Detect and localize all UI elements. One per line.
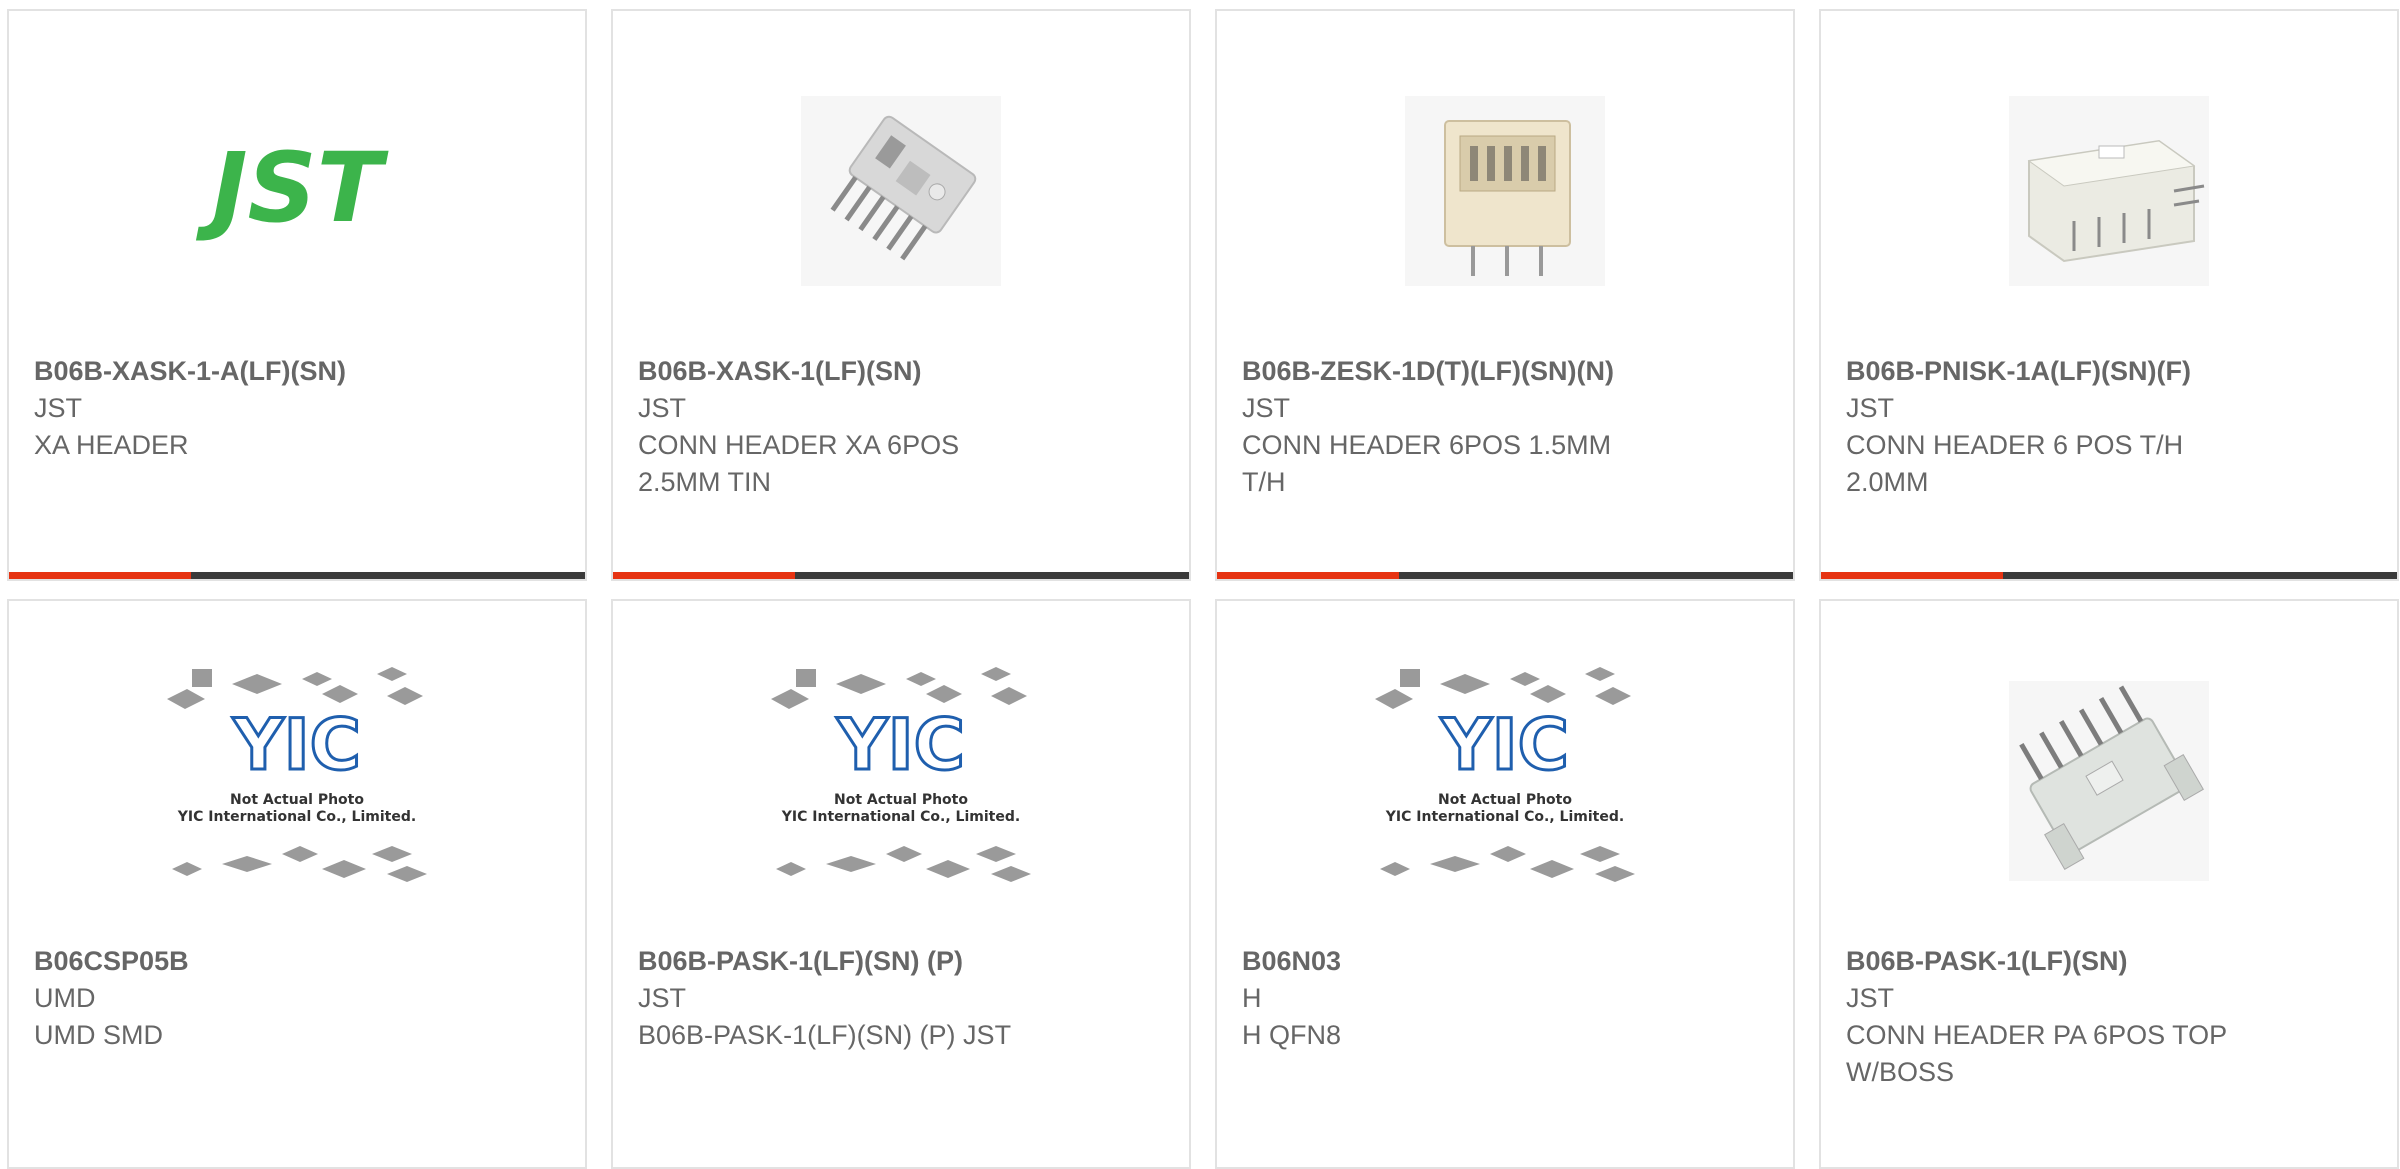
product-card[interactable]: YIC Not Actual Photo YIC International C… (1215, 599, 1795, 1169)
svg-text:YIC International Co., Limited: YIC International Co., Limited. (781, 809, 1020, 825)
jst-logo: JST (196, 136, 389, 244)
manufacturer: JST (1242, 393, 1291, 423)
svg-text:YIC: YIC (836, 704, 965, 786)
card-accent-bar (613, 572, 1189, 579)
part-number-link[interactable]: B06N03 (1242, 943, 1773, 980)
svg-text:YIC International Co., Limited: YIC International Co., Limited. (1385, 809, 1624, 825)
description: CONN HEADER PA 6POS TOP (1846, 1020, 2228, 1050)
manufacturer: H (1242, 983, 1262, 1013)
yic-placeholder-image: YIC Not Actual Photo YIC International C… (771, 666, 1031, 882)
description: XA HEADER (34, 430, 189, 460)
description-line2: W/BOSS (1846, 1057, 1955, 1087)
product-card[interactable]: B06B-PNISK-1A(LF)(SN)(F) JST CONN HEADER… (1819, 9, 2399, 581)
description: H QFN8 (1242, 1020, 1342, 1050)
svg-text:JST: JST (196, 136, 389, 244)
product-image[interactable] (1821, 81, 2397, 301)
product-card[interactable]: B06B-PASK-1(LF)(SN) JST CONN HEADER PA 6… (1819, 599, 2399, 1169)
product-image[interactable] (1821, 671, 2397, 891)
connector-photo (2009, 96, 2209, 286)
yic-placeholder-image: YIC Not Actual Photo YIC International C… (1375, 666, 1635, 882)
svg-text:Not Actual Photo: Not Actual Photo (834, 792, 968, 808)
part-number-link[interactable]: B06B-ZESK-1D(T)(LF)(SN)(N) (1242, 353, 1773, 390)
part-number-link[interactable]: B06CSP05B (34, 943, 565, 980)
manufacturer: UMD (34, 983, 96, 1013)
description: B06B-PASK-1(LF)(SN) (P) JST (638, 1020, 1012, 1050)
manufacturer: JST (1846, 393, 1895, 423)
product-image[interactable]: YIC Not Actual Photo YIC International C… (1217, 666, 1793, 891)
description: CONN HEADER 6POS 1.5MM (1242, 430, 1612, 460)
part-number-link[interactable]: B06B-XASK-1-A(LF)(SN) (34, 353, 565, 390)
description: CONN HEADER XA 6POS (638, 430, 960, 460)
product-card[interactable]: YIC Not Actual Photo YIC International C… (7, 599, 587, 1169)
svg-text:Not Actual Photo: Not Actual Photo (230, 792, 364, 808)
manufacturer: JST (638, 393, 687, 423)
card-accent-bar (1217, 572, 1793, 579)
manufacturer: JST (34, 393, 83, 423)
product-card[interactable]: B06B-ZESK-1D(T)(LF)(SN)(N) JST CONN HEAD… (1215, 9, 1795, 581)
description-line2: 2.5MM TIN (638, 467, 772, 497)
product-image[interactable]: YIC Not Actual Photo YIC International C… (613, 666, 1189, 891)
description-line2: 2.0MM (1846, 467, 1929, 497)
connector-photo (801, 96, 1001, 286)
part-number-link[interactable]: B06B-XASK-1(LF)(SN) (638, 353, 1169, 390)
description: UMD SMD (34, 1020, 163, 1050)
yic-placeholder-image: YIC Not Actual Photo YIC International C… (167, 666, 427, 882)
part-number-link[interactable]: B06B-PNISK-1A(LF)(SN)(F) (1846, 353, 2377, 390)
connector-photo (1405, 96, 1605, 286)
svg-text:YIC: YIC (232, 704, 361, 786)
product-card[interactable]: JST B06B-XASK-1-A(LF)(SN) JST XA HEADER (7, 9, 587, 581)
description-line2: T/H (1242, 467, 1286, 497)
product-image[interactable]: JST (9, 81, 585, 301)
product-card[interactable]: YIC Not Actual Photo YIC International C… (611, 599, 1191, 1169)
description: CONN HEADER 6 POS T/H (1846, 430, 2184, 460)
part-number-link[interactable]: B06B-PASK-1(LF)(SN) (P) (638, 943, 1169, 980)
part-number-link[interactable]: B06B-PASK-1(LF)(SN) (1846, 943, 2377, 980)
product-image[interactable]: YIC Not Actual Photo YIC International C… (9, 666, 585, 891)
svg-text:YIC: YIC (1440, 704, 1569, 786)
product-card[interactable]: B06B-XASK-1(LF)(SN) JST CONN HEADER XA 6… (611, 9, 1191, 581)
card-accent-bar (9, 572, 585, 579)
connector-photo (2009, 681, 2209, 881)
product-image[interactable] (1217, 81, 1793, 301)
manufacturer: JST (638, 983, 687, 1013)
svg-text:Not Actual Photo: Not Actual Photo (1438, 792, 1572, 808)
product-image[interactable] (613, 81, 1189, 301)
manufacturer: JST (1846, 983, 1895, 1013)
svg-text:YIC International Co., Limited: YIC International Co., Limited. (177, 809, 416, 825)
card-accent-bar (1821, 572, 2397, 579)
